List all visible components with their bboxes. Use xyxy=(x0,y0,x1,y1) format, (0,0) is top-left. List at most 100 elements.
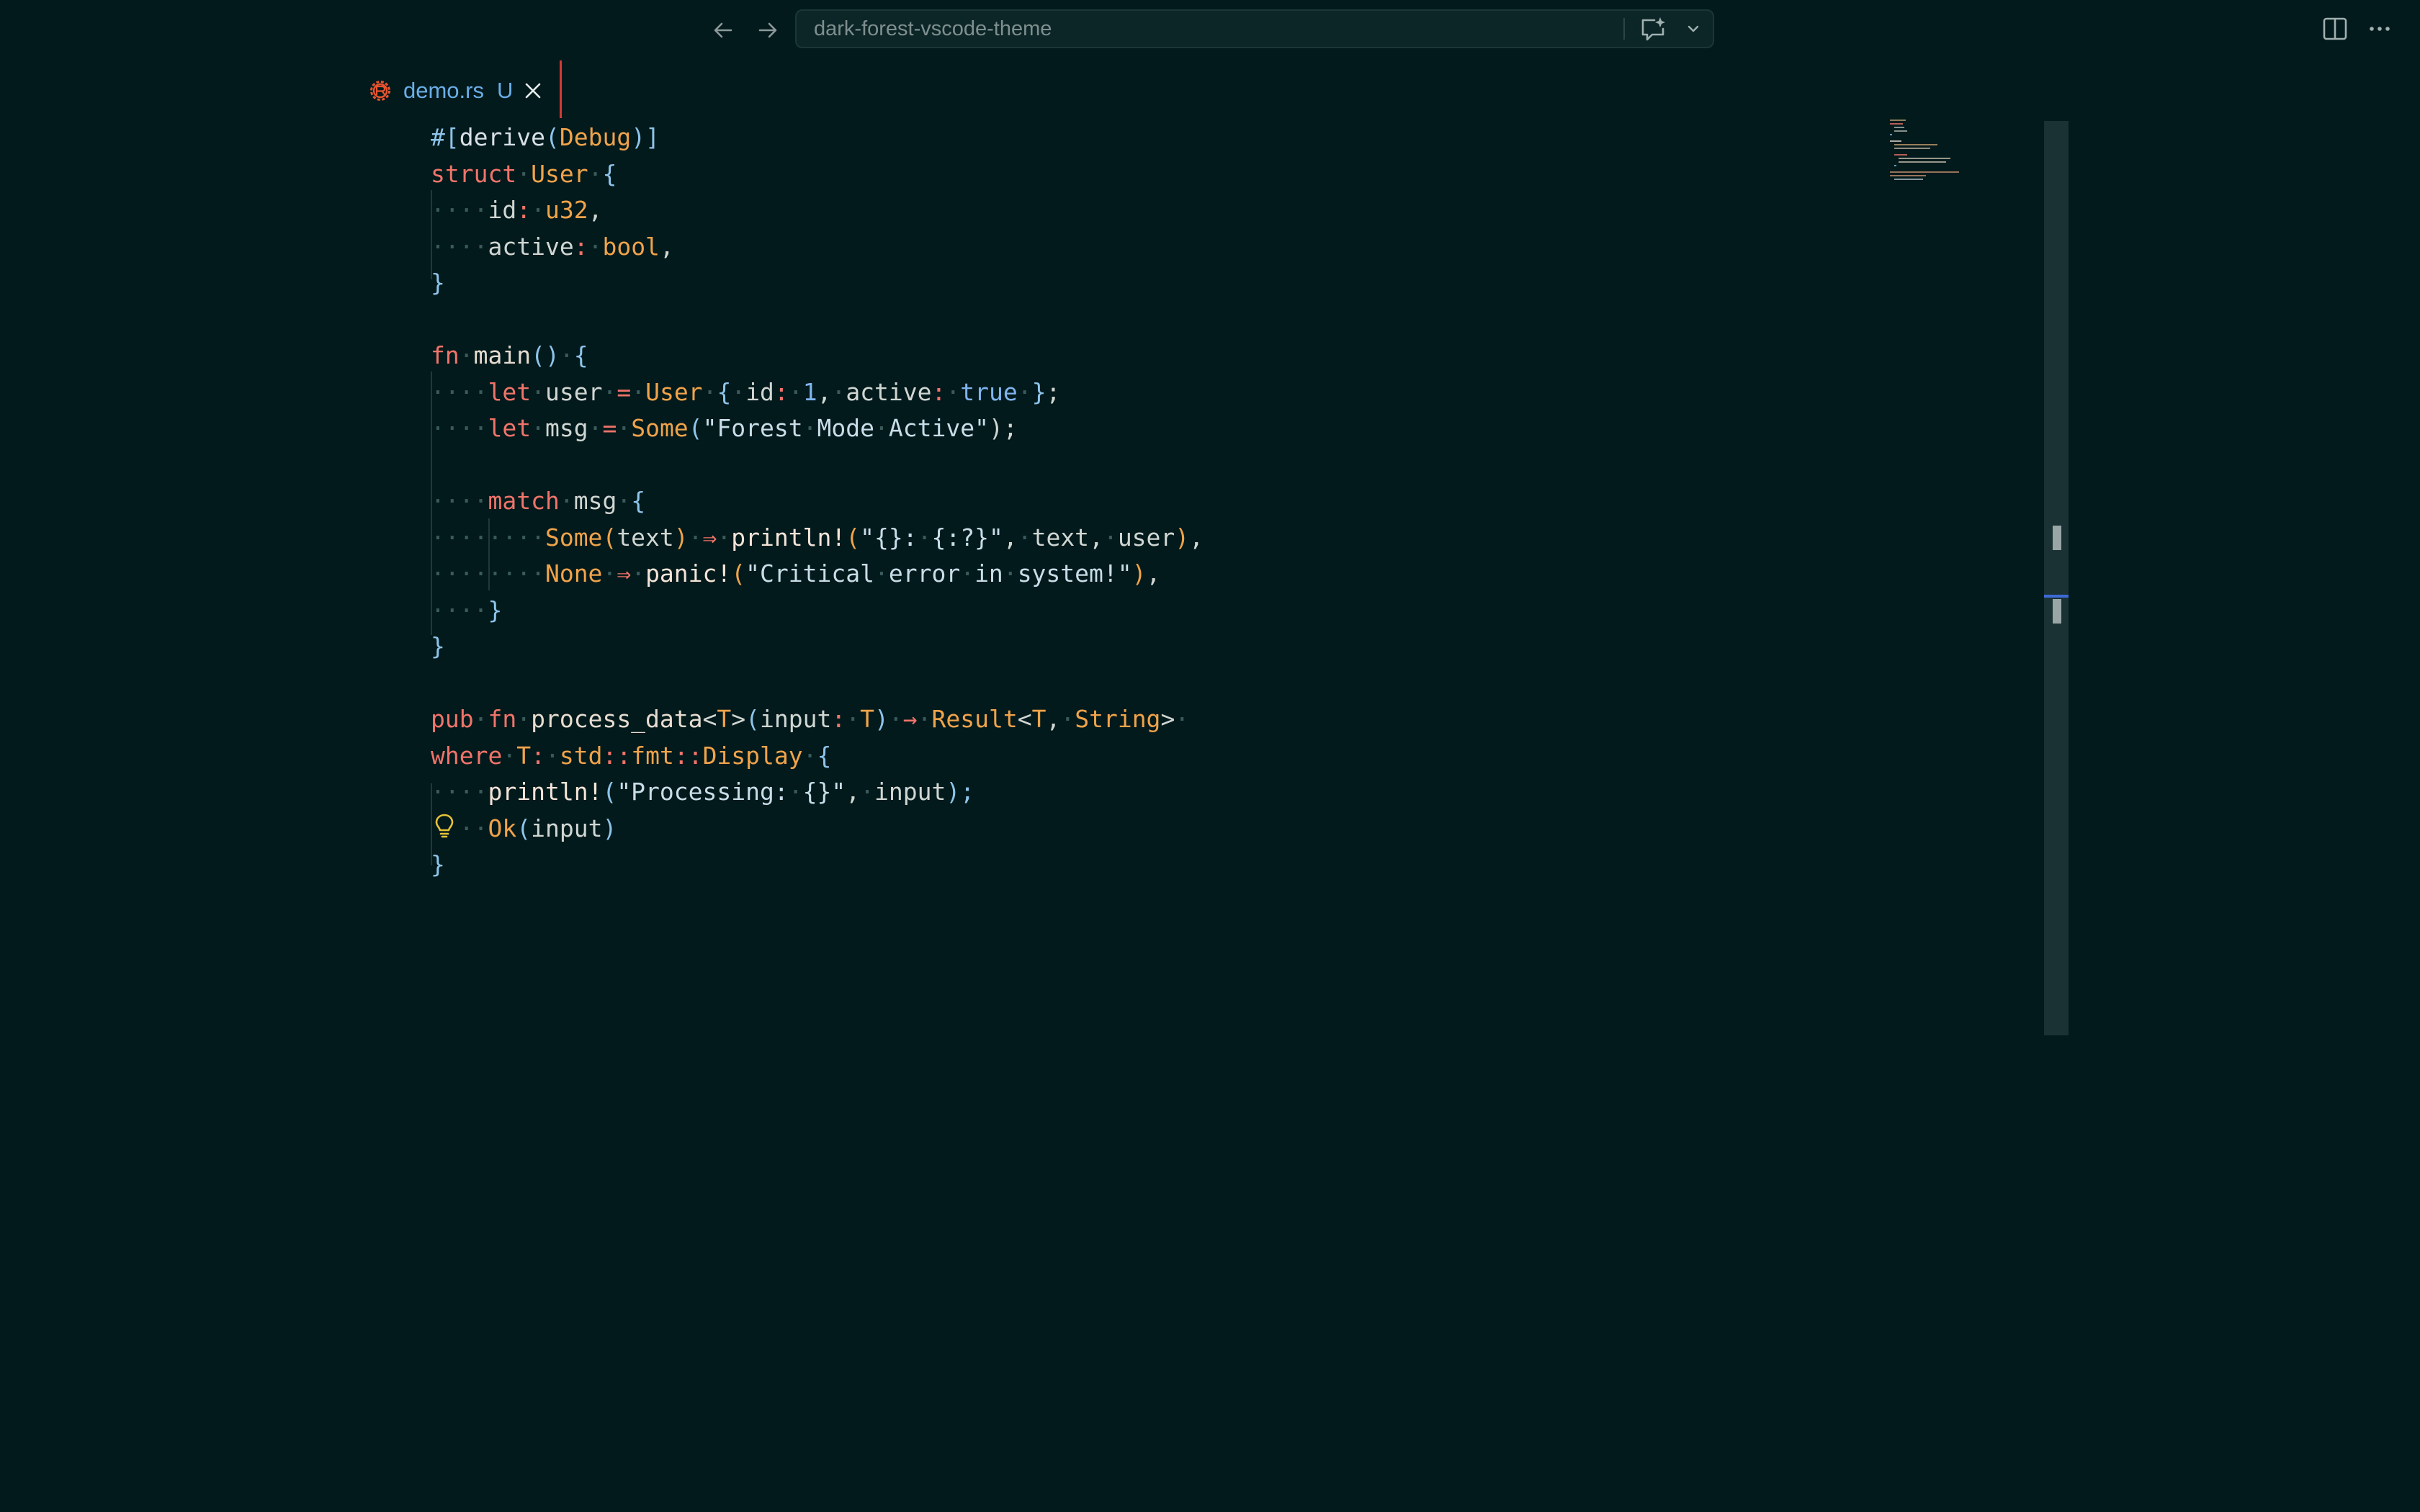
code-line[interactable]: #[derive(Debug)] xyxy=(431,120,1204,156)
code-token: ( xyxy=(544,123,560,151)
code-token: ( xyxy=(688,414,703,442)
code-line[interactable]: ····id:·u32, xyxy=(431,192,1204,229)
close-tab-button[interactable] xyxy=(519,76,547,105)
code-token: T xyxy=(516,741,532,770)
code-token: Some xyxy=(631,414,689,442)
code-token: system!" xyxy=(1017,559,1132,588)
code-line[interactable]: ····let·msg·=·Some("Forest·Mode·Active")… xyxy=(431,410,1204,447)
code-line[interactable]: struct·User·{ xyxy=(431,156,1204,193)
more-icon xyxy=(2370,27,2390,31)
code-token: · xyxy=(917,705,932,733)
code-token: · xyxy=(1060,705,1075,733)
code-token: · xyxy=(874,414,889,442)
code-token: Result xyxy=(931,705,1018,733)
code-token: User xyxy=(531,159,588,188)
code-token: : xyxy=(831,705,846,733)
more-actions-button[interactable] xyxy=(2361,12,2398,46)
code-token: ) xyxy=(874,705,889,733)
code-line[interactable]: } xyxy=(431,629,1204,665)
code-token: text xyxy=(617,523,674,552)
code-token: · xyxy=(888,705,903,733)
code-token: ( xyxy=(602,778,617,806)
chevron-down-icon xyxy=(1688,25,1699,32)
code-token: : xyxy=(774,377,789,406)
code-line[interactable]: ····println!("Processing:·{}",·input); xyxy=(431,774,1204,811)
code-token: active xyxy=(846,377,932,406)
code-token: ⇒ xyxy=(702,523,717,552)
code-token: · xyxy=(588,232,603,261)
code-token: : xyxy=(573,232,588,261)
code-token: u32 xyxy=(544,196,588,224)
code-token: text xyxy=(1031,523,1090,552)
code-token: · xyxy=(946,377,961,406)
code-line[interactable]: ········Some(text)·⇒·println!("{}:·{:?}"… xyxy=(431,520,1204,557)
code-line[interactable]: } xyxy=(431,847,1204,883)
chat-menu-dropdown[interactable] xyxy=(1677,12,1710,45)
code-line[interactable]: ····} xyxy=(431,593,1204,629)
code-line[interactable]: ····let·user·=·User·{·id:·1,·active:·tru… xyxy=(431,374,1204,411)
code-token: Ok xyxy=(488,814,517,842)
code-token: () xyxy=(531,341,560,369)
close-icon xyxy=(525,83,541,99)
code-line[interactable]: ··Ok(input) xyxy=(431,811,1204,847)
lightbulb-icon[interactable] xyxy=(432,812,457,840)
code-line[interactable]: ········None·⇒·panic!("Critical·error·in… xyxy=(431,556,1204,593)
code-token: · xyxy=(531,414,545,442)
code-token: · xyxy=(702,377,717,406)
code-token: · xyxy=(631,559,646,588)
code-token: input xyxy=(531,814,603,842)
code-token: , xyxy=(1003,523,1018,552)
code-token: , xyxy=(1046,705,1061,733)
chat-sparkle-icon xyxy=(1641,17,1665,41)
code-token: ···· xyxy=(431,778,488,806)
code-token: where xyxy=(431,741,503,770)
code-token: · xyxy=(802,741,817,770)
code-token: ···· xyxy=(431,196,488,224)
code-token: , xyxy=(817,377,832,406)
code-line[interactable]: } xyxy=(431,265,1204,302)
code-line[interactable] xyxy=(431,665,1204,702)
code-token: · xyxy=(516,705,532,733)
code-token: { xyxy=(573,341,588,369)
code-token: · xyxy=(1103,523,1118,552)
command-center-search[interactable]: dark-forest-vscode-theme xyxy=(795,9,1714,48)
code-token: in xyxy=(974,559,1003,588)
code-token: String xyxy=(1075,705,1161,733)
code-token: ⇒ xyxy=(617,559,632,588)
code-line[interactable]: pub·fn·process_data<T>(input:·T)·→·Resul… xyxy=(431,701,1204,738)
code-token: · xyxy=(1175,705,1190,733)
code-line[interactable]: where·T:·std::fmt::Display·{ xyxy=(431,738,1204,775)
tab-demo-rs[interactable]: demo.rs U xyxy=(354,60,562,118)
code-token: msg xyxy=(544,414,588,442)
code-token: { xyxy=(602,159,617,188)
code-token: struct xyxy=(431,159,517,188)
vertical-scrollbar[interactable] xyxy=(2044,121,2069,1035)
go-forward-button[interactable] xyxy=(749,12,786,49)
code-token: ( xyxy=(602,523,617,552)
code-token: msg xyxy=(573,487,617,515)
code-token: user xyxy=(1117,523,1175,552)
code-token: derive xyxy=(459,123,545,151)
code-token: true xyxy=(960,377,1018,406)
code-token: Debug xyxy=(559,123,632,151)
code-token: match xyxy=(488,487,560,515)
code-token: ); xyxy=(988,414,1018,442)
chat-button[interactable] xyxy=(1632,12,1675,45)
code-token: , xyxy=(1189,523,1204,552)
code-token: T xyxy=(860,705,874,733)
code-token: · xyxy=(531,377,545,406)
minimap[interactable] xyxy=(1887,118,1966,183)
code-token: ········ xyxy=(431,523,545,552)
toggle-split-editor-button[interactable] xyxy=(2316,12,2354,46)
code-line[interactable] xyxy=(431,447,1204,484)
code-token: < xyxy=(702,705,717,733)
code-token: ···· xyxy=(431,595,488,624)
code-token: { xyxy=(631,487,646,515)
code-line[interactable]: fn·main()·{ xyxy=(431,338,1204,374)
go-back-button[interactable] xyxy=(704,12,742,49)
code-token: · xyxy=(1003,559,1018,588)
code-line[interactable] xyxy=(431,302,1204,338)
code-editor[interactable]: #[derive(Debug)] struct·User·{····id:·u32… xyxy=(431,120,1204,883)
code-line[interactable]: ····active:·bool, xyxy=(431,229,1204,266)
code-line[interactable]: ····match·msg·{ xyxy=(431,483,1204,520)
